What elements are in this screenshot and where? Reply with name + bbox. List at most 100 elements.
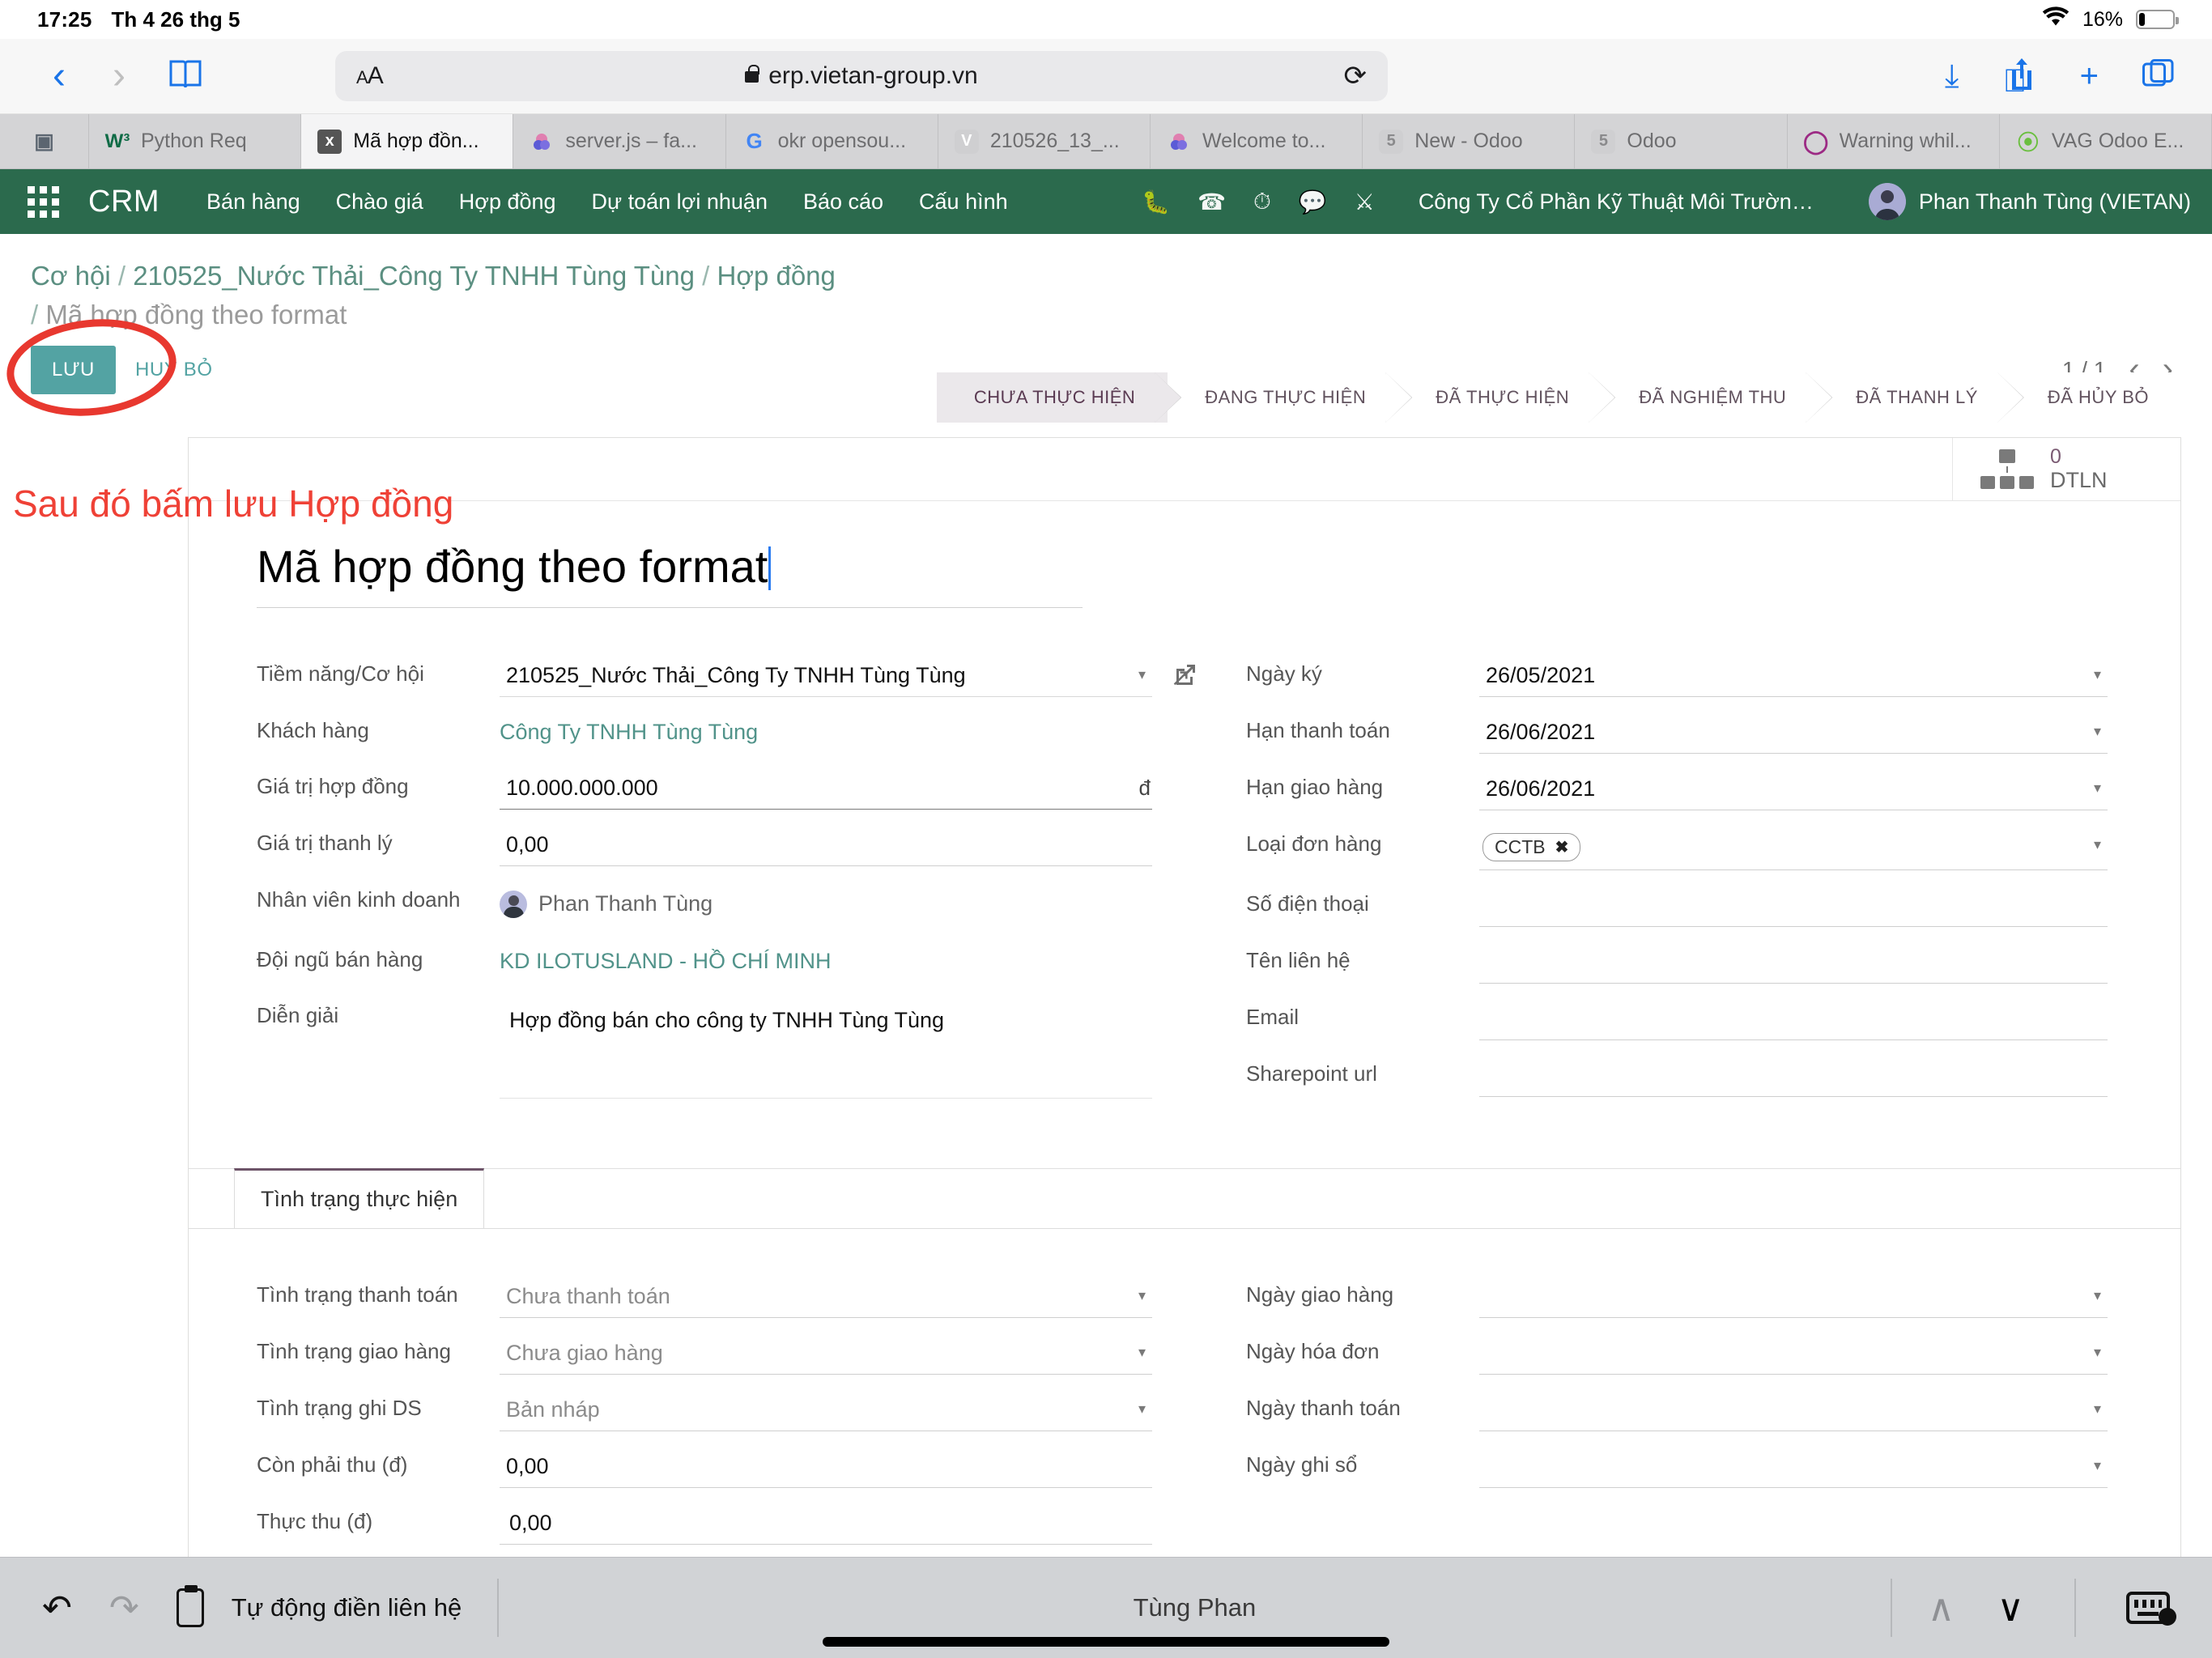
browser-tab[interactable]: 5 New - Odoo [1363, 114, 1576, 168]
description-textarea[interactable]: Hợp đồng bán cho công ty TNHH Tùng Tùng [500, 1000, 1152, 1099]
record-status-select[interactable]: Bản nháp [500, 1392, 1152, 1431]
browser-tab[interactable]: ◯ Warning whil... [1787, 114, 2000, 168]
breadcrumb-item-hop-dong[interactable]: Hợp đồng [717, 261, 835, 291]
email-input[interactable] [1479, 1001, 2108, 1040]
chevron-down-icon[interactable]: ▾ [1138, 1344, 1146, 1361]
customer-link[interactable]: Công Ty TNHH Tùng Tùng [500, 715, 758, 753]
chevron-down-icon[interactable]: ▾ [2094, 666, 2101, 683]
chevron-down-icon[interactable]: ▾ [2094, 1457, 2101, 1474]
field-nhan-vien-kinh-doanh: Nhân viên kinh doanh Phan Thanh Tùng [257, 876, 1152, 926]
menu-item-du-toan-loi-nhuan[interactable]: Dự toán lợi nhuận [592, 189, 768, 215]
delivery-status-select[interactable]: Chưa giao hàng [500, 1336, 1152, 1375]
opportunity-select[interactable]: 210525_Nước Thải_Công Ty TNHH Tùng Tùng [500, 658, 1152, 697]
chevron-down-icon[interactable]: ▾ [1138, 1401, 1146, 1418]
contact-name-input[interactable] [1479, 945, 2108, 984]
bug-icon[interactable]: 🐛 [1142, 189, 1170, 215]
reload-icon[interactable]: ⟳ [1344, 60, 1368, 92]
chevron-down-icon[interactable]: ▾ [2094, 723, 2101, 740]
chevron-down-icon[interactable]: ▾ [2094, 836, 2101, 853]
apps-grid-icon[interactable] [28, 185, 59, 218]
main-menu[interactable]: Bán hàng Chào giá Hợp đồng Dự toán lợi n… [206, 189, 1008, 215]
back-button[interactable]: ‹ [29, 57, 89, 96]
sales-team-link[interactable]: KD ILOTUSLAND - HỒ CHÍ MINH [500, 944, 832, 982]
tag-cctb[interactable]: CCTB ✖ [1482, 833, 1581, 861]
collected-input[interactable]: 0,00 [500, 1506, 1152, 1545]
invoice-date-input[interactable] [1479, 1336, 2108, 1375]
text-size-button[interactable]: AAAA [356, 62, 384, 90]
phone-icon[interactable]: ☎ [1197, 189, 1226, 215]
sign-date-input[interactable]: 26/05/2021 [1479, 658, 2108, 697]
menu-item-chao-gia[interactable]: Chào giá [336, 189, 423, 215]
tab-strip[interactable]: ▣ W³ Python Req x Mã hợp đồn... server.j… [0, 114, 2212, 169]
download-icon[interactable]: ⤓ [1945, 60, 1959, 92]
stat-button-dtln[interactable]: 0 DTLN [1952, 438, 2180, 500]
predictive-text-center[interactable]: Tùng Phan [534, 1593, 1854, 1622]
browser-tab[interactable]: server.js – fa... [513, 114, 726, 168]
browser-tab[interactable]: V 210526_13_... [938, 114, 1151, 168]
stage-da-nghiem-thu[interactable]: ĐÃ NGHIỆM THU [1602, 372, 1819, 423]
browser-tab-active[interactable]: x Mã hợp đồn... [301, 114, 514, 168]
forward-button[interactable]: › [89, 57, 149, 96]
chat-icon[interactable]: 💬 [1299, 189, 1327, 215]
chevron-down-icon[interactable]: ∨ [1997, 1589, 2024, 1626]
delivery-due-input[interactable]: 26/06/2021 [1479, 772, 2108, 810]
chevron-down-icon[interactable]: ▾ [2094, 1401, 2101, 1418]
browser-tab[interactable]: ⦿ VAG Odoo E... [1999, 114, 2212, 168]
menu-item-ban-hang[interactable]: Bán hàng [206, 189, 300, 215]
clock-icon[interactable]: ⏱ [1253, 189, 1271, 215]
user-menu[interactable]: Phan Thanh Tùng (VIETAN) [1868, 183, 2191, 220]
tab-sidebar-toggle[interactable]: ▣ [0, 114, 89, 168]
stage-da-huy-bo[interactable]: ĐÃ HỦY BỎ [2010, 372, 2181, 423]
sharepoint-url-input[interactable] [1479, 1058, 2108, 1097]
browser-tab[interactable]: G okr opensou... [725, 114, 938, 168]
external-link-icon[interactable]: ↗ [1171, 661, 1197, 692]
record-title-input[interactable]: Mã hợp đồng theo format [257, 540, 1083, 608]
order-type-tags[interactable]: CCTB ✖ [1479, 828, 2108, 870]
chevron-down-icon[interactable]: ▾ [1138, 1287, 1146, 1304]
undo-icon[interactable]: ↶ [42, 1588, 72, 1629]
stage-chua-thuc-hien[interactable]: CHƯA THỰC HIỆN [936, 372, 1168, 423]
payment-due-input[interactable]: 26/06/2021 [1479, 715, 2108, 754]
company-name[interactable]: Công Ty Cổ Phần Kỹ Thuật Môi Trường Vi..… [1419, 189, 1823, 215]
menu-item-bao-cao[interactable]: Báo cáo [803, 189, 883, 215]
stage-da-thuc-hien[interactable]: ĐÃ THỰC HIỆN [1398, 372, 1602, 423]
contract-value-input[interactable]: 10.000.000.000 [500, 771, 1152, 810]
stage-da-thanh-ly[interactable]: ĐÃ THANH LÝ [1819, 372, 2010, 423]
app-brand[interactable]: CRM [88, 185, 160, 219]
salesperson-value[interactable]: Phan Thanh Tùng [500, 884, 713, 926]
stage-dang-thuc-hien[interactable]: ĐANG THỰC HIỆN [1168, 372, 1399, 423]
browser-tab[interactable]: 5 Odoo [1575, 114, 1788, 168]
bookmarks-button[interactable] [149, 57, 222, 96]
receivable-input[interactable]: 0,00 [500, 1449, 1152, 1488]
chevron-up-icon[interactable]: ∧ [1928, 1589, 1955, 1626]
remove-tag-icon[interactable]: ✖ [1555, 837, 1569, 857]
notebook-tabs[interactable]: Tình trạng thực hiện [189, 1168, 2180, 1229]
menu-item-hop-dong[interactable]: Hợp đồng [459, 189, 556, 215]
status-stage-bar[interactable]: CHƯA THỰC HIỆN ĐANG THỰC HIỆN ĐÃ THỰC HI… [936, 372, 2181, 423]
share-icon[interactable]:  [2003, 56, 2036, 97]
paste-icon[interactable] [176, 1585, 204, 1627]
tabs-overview-icon[interactable] [2142, 58, 2175, 94]
browser-tab[interactable]: Welcome to... [1151, 114, 1363, 168]
menu-item-cau-hinh[interactable]: Cấu hình [919, 189, 1008, 215]
address-bar[interactable]: AAAA erp.vietan-group.vn ⟳ [335, 51, 1388, 101]
redo-icon[interactable]: ↷ [109, 1588, 139, 1629]
accounting-date-input[interactable] [1479, 1449, 2108, 1488]
chevron-down-icon[interactable]: ▾ [2094, 1344, 2101, 1361]
tab-tinh-trang-thuc-hien[interactable]: Tình trạng thực hiện [234, 1168, 485, 1229]
chevron-down-icon[interactable]: ▾ [2094, 1287, 2101, 1304]
browser-tab[interactable]: W³ Python Req [89, 114, 302, 168]
autofill-suggestion[interactable]: Tự động điền liên hệ [232, 1593, 462, 1622]
keyboard-icon[interactable] [2126, 1592, 2176, 1626]
breadcrumb-item-co-hoi[interactable]: Cơ hội [31, 261, 111, 291]
chevron-down-icon[interactable]: ▾ [1138, 666, 1146, 683]
phone-input[interactable] [1479, 888, 2108, 927]
breadcrumb-item-opportunity[interactable]: 210525_Nước Thải_Công Ty TNHH Tùng Tùng [133, 261, 695, 291]
liquidation-value-input[interactable]: 0,00 [500, 827, 1152, 866]
payment-date-input[interactable] [1479, 1392, 2108, 1431]
delivery-date-input[interactable] [1479, 1279, 2108, 1318]
chevron-down-icon[interactable]: ▾ [2094, 780, 2101, 797]
new-tab-icon[interactable]: + [2080, 60, 2099, 92]
payment-status-select[interactable]: Chưa thanh toán [500, 1279, 1152, 1318]
tools-icon[interactable]: ⚔ [1355, 189, 1375, 215]
